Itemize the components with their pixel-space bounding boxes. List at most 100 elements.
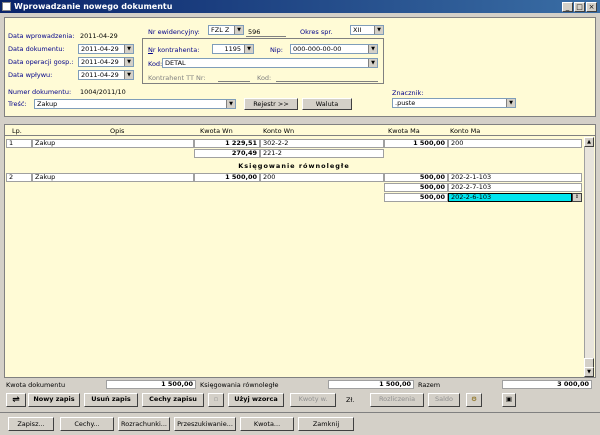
tools-icon[interactable]: ⚙	[466, 393, 482, 407]
data-operacji-field[interactable]: 2011-04-29 ▼	[78, 57, 134, 67]
tresc-field[interactable]: Zakup ▼	[34, 99, 236, 109]
row2-ma-konto[interactable]: 202-2-1-103	[448, 173, 582, 182]
col-opis: Opis	[110, 127, 125, 135]
data-wprowadzenia-value: 2011-04-29	[80, 32, 118, 40]
divider	[246, 36, 286, 37]
saldo-button[interactable]: Saldo	[428, 393, 460, 407]
row2-kwota-wn[interactable]: 1 500,00	[194, 173, 260, 182]
znacznik-label: Znacznik:	[392, 89, 424, 97]
chevron-down-icon[interactable]: ▼	[368, 45, 377, 53]
kontrahent-tt-label: Kontrahent TT Nr:	[148, 74, 206, 82]
nr-ewidencyjny-number: 596	[248, 28, 261, 36]
attach-icon[interactable]: ▫	[208, 393, 224, 407]
row2-opis[interactable]: Zakup	[32, 173, 194, 182]
chevron-down-icon[interactable]: ▼	[374, 26, 383, 34]
scroll-down-icon[interactable]: ▼	[584, 367, 594, 377]
row2-lp[interactable]: 2	[6, 173, 32, 182]
row1-konto-ma[interactable]: 200	[448, 139, 582, 148]
rozliczenia-button[interactable]: Rozliczenia	[370, 393, 424, 407]
row2-ma-konto-active[interactable]: 202-2-6-103	[448, 193, 572, 202]
close-button[interactable]: ×	[586, 2, 597, 12]
kod-field[interactable]: DETAL ▼	[162, 58, 378, 68]
col-kwota-wn: Kwota Wn	[200, 127, 233, 135]
data-wplywu-label: Data wpływu:	[8, 71, 53, 79]
kwota-dokumentu-value: 1 500,00	[106, 380, 196, 389]
data-operacji-label: Data operacji gosp.:	[8, 58, 74, 66]
row1-opis[interactable]: Zakup	[32, 139, 194, 148]
kontrahent-tt-field[interactable]	[218, 81, 250, 82]
data-wplywu-field[interactable]: 2011-04-29 ▼	[78, 70, 134, 80]
row1b-kwota-wn[interactable]: 270,49	[194, 149, 260, 158]
row1-konto-wn[interactable]: 302-2-2	[260, 139, 384, 148]
row1-lp[interactable]: 1	[6, 139, 32, 148]
row1-kwota-ma[interactable]: 1 500,00	[384, 139, 448, 148]
layout-toggle-icon[interactable]: ⇌	[6, 393, 26, 407]
chevron-down-icon[interactable]: ▼	[234, 26, 243, 34]
kod-label: Kod:	[148, 60, 163, 68]
row2-ma-kwota[interactable]: 500,00	[384, 183, 448, 192]
okres-label: Okres spr.	[300, 28, 333, 36]
numer-dokumentu-label: Numer dokumentu:	[8, 88, 72, 96]
numer-dokumentu-value: 1004/2011/10	[80, 88, 126, 96]
row2-konto-wn[interactable]: 200	[260, 173, 384, 182]
nip-label: Nip:	[270, 46, 283, 54]
col-lp: Lp.	[12, 127, 22, 135]
section-title: Księgowanie równoległe	[238, 162, 350, 170]
okres-select[interactable]: XII ▼	[350, 25, 384, 35]
chevron-down-icon[interactable]: ▼	[226, 100, 235, 108]
scroll-up-icon[interactable]: ▲	[584, 137, 594, 147]
cechy-zapisu-button[interactable]: Cechy zapisu	[142, 393, 204, 407]
chevron-down-icon[interactable]: ▼	[244, 45, 253, 53]
nowy-zapis-button[interactable]: Nowy zapis	[28, 393, 80, 407]
window-title-bar: Wprowadzanie nowego dokumentu	[0, 0, 600, 13]
tresc-label: Treść:	[8, 100, 27, 108]
zapisz-button[interactable]: Zapisz...	[8, 417, 54, 431]
row2-ma-konto[interactable]: 202-2-7-103	[448, 183, 582, 192]
vertical-scrollbar[interactable]	[584, 137, 594, 377]
uzyj-wzorca-button[interactable]: Użyj wzorca	[228, 393, 284, 407]
waluta-button[interactable]: Waluta	[302, 98, 352, 110]
data-dokumentu-field[interactable]: 2011-04-29 ▼	[78, 44, 134, 54]
maximize-button[interactable]: □	[574, 2, 585, 12]
col-konto-wn: Konto Wn	[263, 127, 295, 135]
window-title: Wprowadzanie nowego dokumentu	[14, 2, 173, 11]
kod2-label: Kod:	[257, 74, 272, 82]
minimize-button[interactable]: _	[562, 2, 573, 12]
grid-header	[5, 125, 595, 136]
zamknij-button[interactable]: Zamknij	[298, 417, 354, 431]
row2-ma-kwota[interactable]: 500,00	[384, 173, 448, 182]
currency-label: Zł.	[346, 396, 355, 404]
row1b-konto-wn[interactable]: 221-2	[260, 149, 384, 158]
cechy-button[interactable]: Cechy...	[60, 417, 114, 431]
nr-kontrahenta-field[interactable]: 1195 ▼	[212, 44, 254, 54]
row1-kwota-wn[interactable]: 1 229,51	[194, 139, 260, 148]
nip-field[interactable]: 000-000-00-00 ▼	[290, 44, 378, 54]
razem-label: Razem	[418, 381, 441, 389]
kwoty-w-button[interactable]: Kwoty w.	[290, 393, 336, 407]
przeszukiwanie-button[interactable]: Przeszukiwanie...	[174, 417, 236, 431]
row2-ma-kwota[interactable]: 500,00	[384, 193, 448, 202]
data-dokumentu-label: Data dokumentu:	[8, 45, 65, 53]
znacznik-select[interactable]: .puste ▼	[392, 98, 516, 108]
nr-kontrahenta-label: Nr kontrahenta:	[148, 46, 200, 54]
footer-divider	[0, 412, 600, 413]
account-lookup-icon[interactable]: ⇕	[572, 193, 582, 202]
col-kwota-ma: Kwota Ma	[388, 127, 420, 135]
chevron-down-icon[interactable]: ▼	[124, 71, 133, 79]
col-konto-ma: Konto Ma	[450, 127, 481, 135]
save-icon[interactable]: ▣	[502, 393, 516, 407]
rozrachunki-button[interactable]: Rozrachunki...	[118, 417, 170, 431]
nr-ewidencyjny-code-select[interactable]: FZL Z ▼	[208, 25, 244, 35]
kod2-field[interactable]	[276, 81, 378, 82]
chevron-down-icon[interactable]: ▼	[506, 99, 515, 107]
razem-value: 3 000,00	[502, 380, 592, 389]
nr-ewidencyjny-label: Nr ewidencyjny:	[148, 28, 200, 36]
rejestr-button[interactable]: Rejestr >>	[244, 98, 298, 110]
chevron-down-icon[interactable]: ▼	[368, 59, 377, 67]
chevron-down-icon[interactable]: ▼	[124, 45, 133, 53]
chevron-down-icon[interactable]: ▼	[124, 58, 133, 66]
usun-zapis-button[interactable]: Usuń zapis	[84, 393, 138, 407]
data-wprowadzenia-label: Data wprowadzenia:	[8, 32, 75, 40]
kwota-dokumentu-label: Kwota dokumentu	[6, 381, 66, 389]
kwota-button[interactable]: Kwota...	[240, 417, 294, 431]
